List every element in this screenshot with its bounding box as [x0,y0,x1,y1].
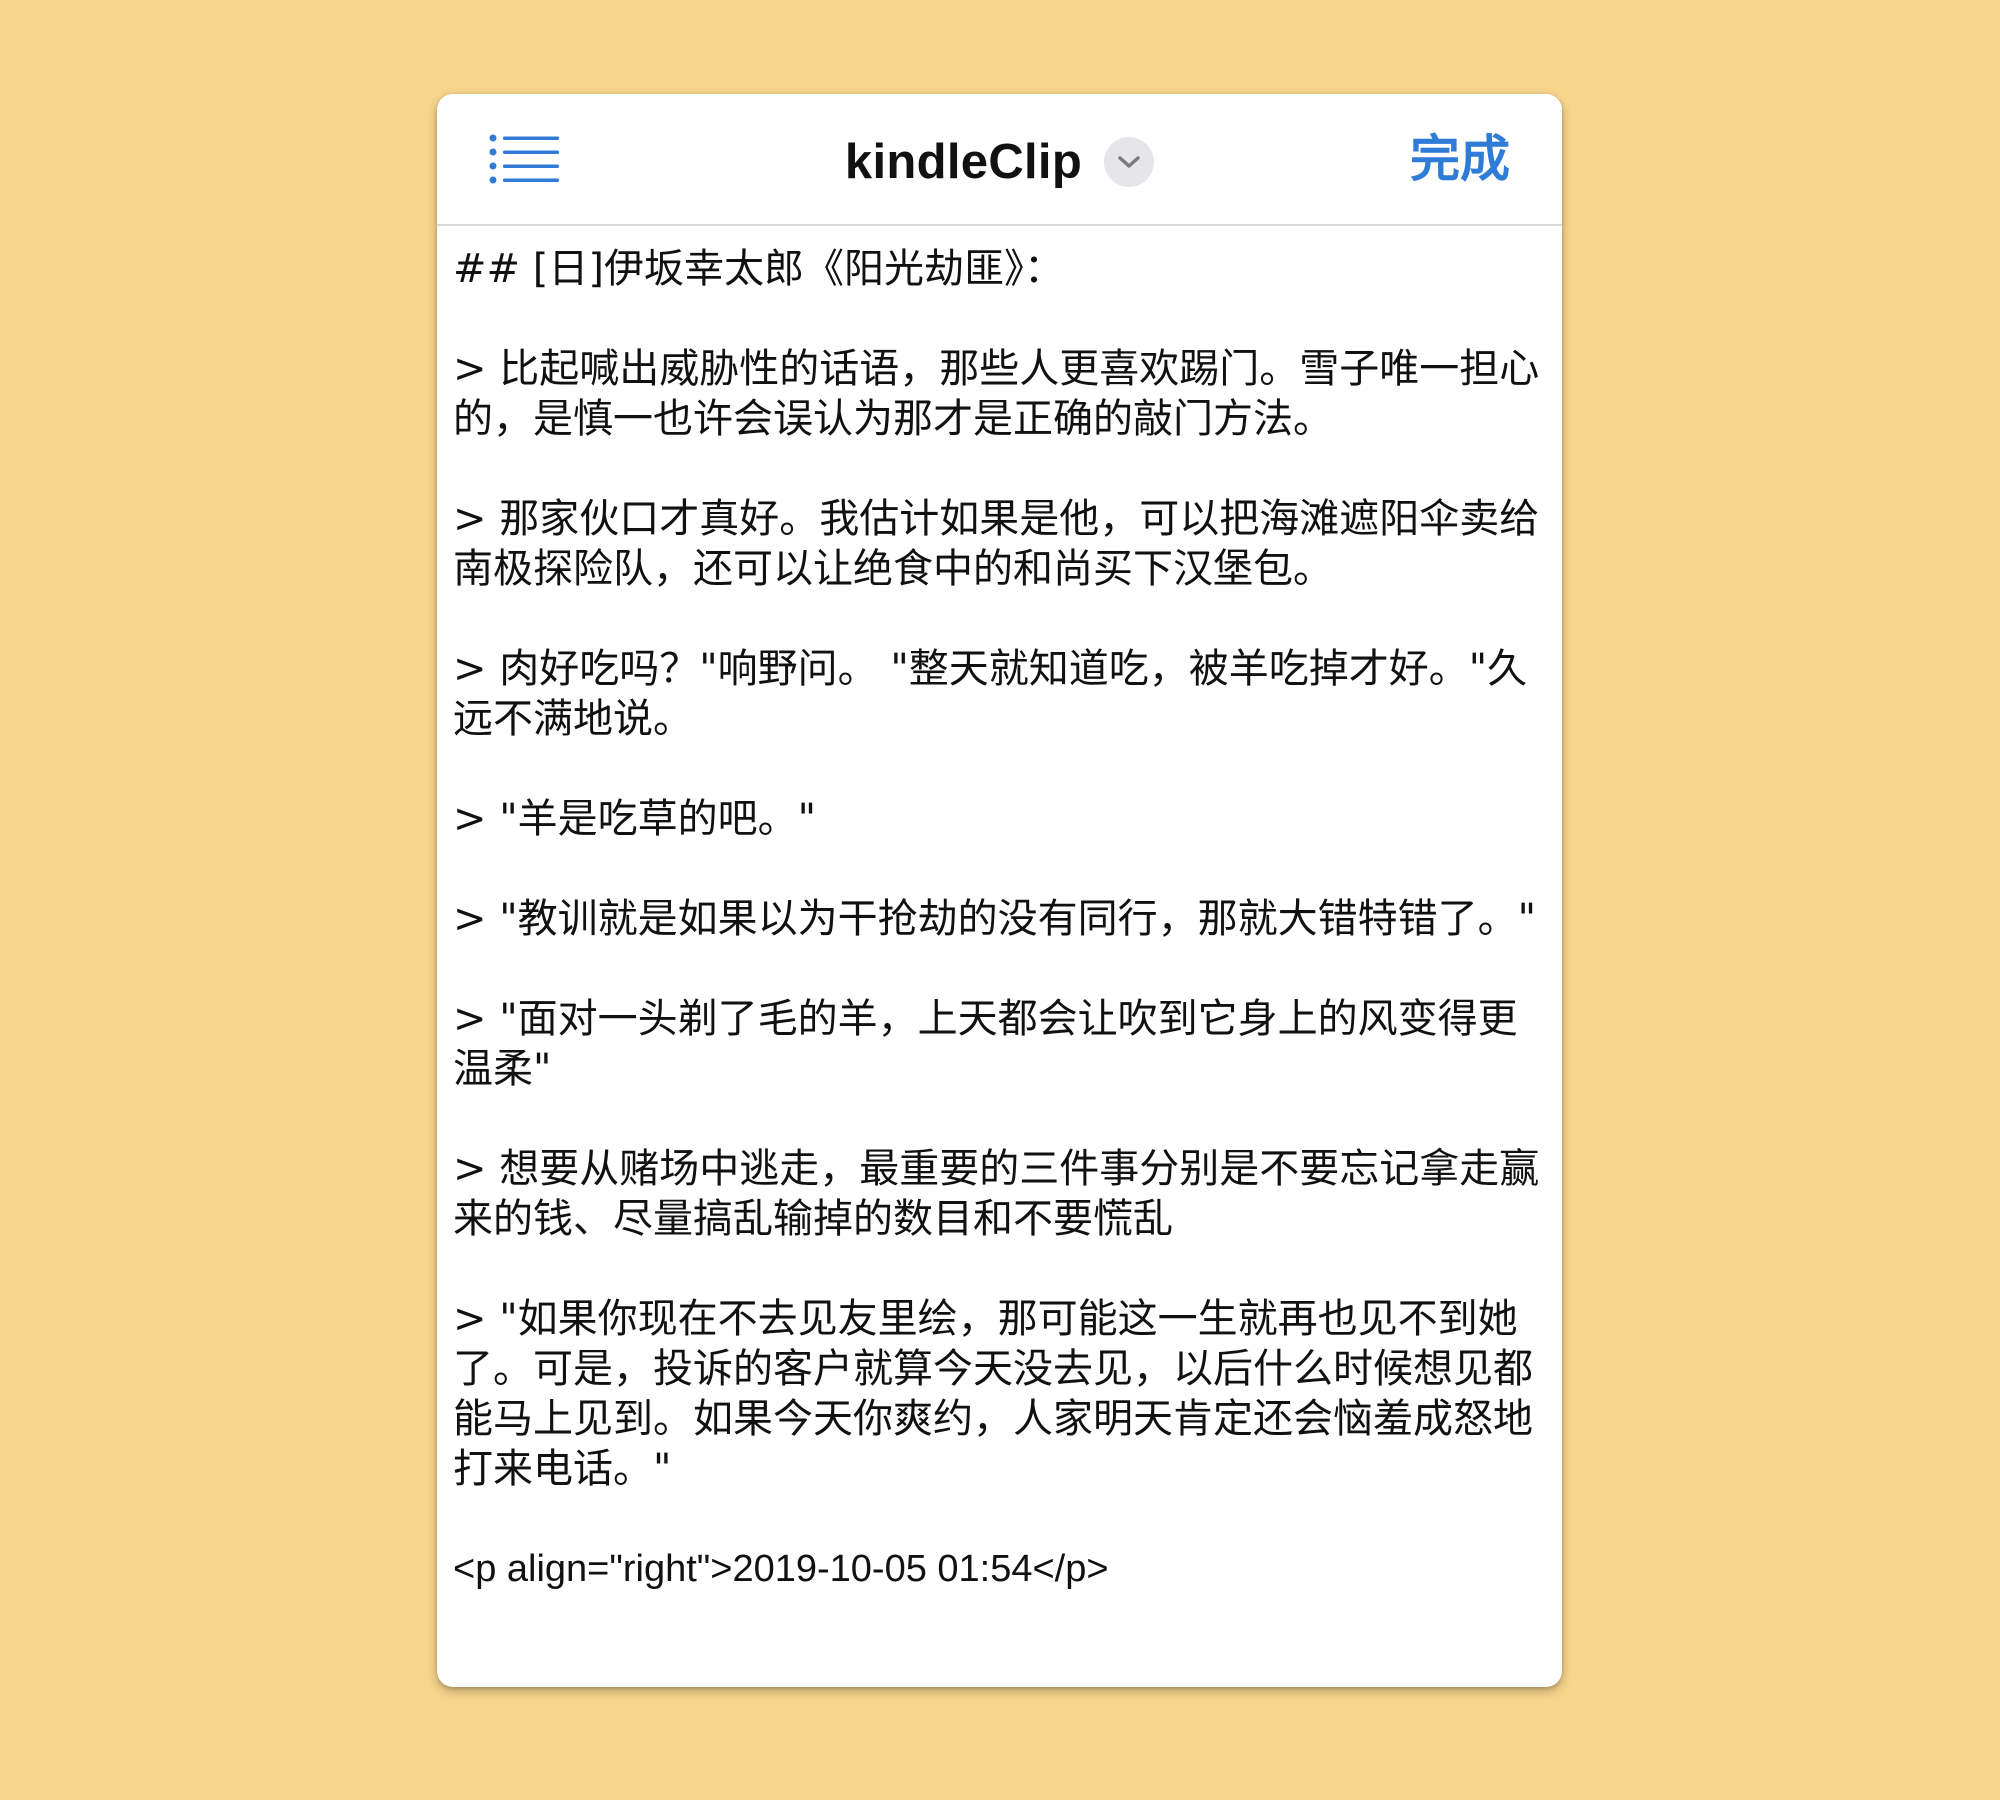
quote-paragraph: > 比起喊出威胁性的话语，那些人更喜欢踢门。雪子唯一担心的，是慎一也许会误认为那… [453,346,1540,442]
quote-paragraph: > "教训就是如果以为干抢劫的没有同行，那就大错特错了。" [453,896,1537,942]
quote-paragraph: > 肉好吃吗？"响野问。 "整天就知道吃，被羊吃掉才好。"久远不满地说。 [453,646,1528,742]
quote-paragraph: > 想要从赌场中逃走，最重要的三件事分别是不要忘记拿走赢来的钱、尽量搞乱输掉的数… [453,1146,1540,1242]
quote-paragraph: > "羊是吃草的吧。" [453,796,817,842]
quote-paragraph: > "如果你现在不去见友里绘，那可能这一生就再也见不到她了。可是，投诉的客户就算… [453,1296,1533,1492]
navigation-bar: kindleClip 完成 [437,94,1562,226]
text-editor[interactable]: ## [日]伊坂幸太郎《阳光劫匪》： > 比起喊出威胁性的话语，那些人更喜欢踢门… [453,244,1548,1674]
title-group: kindleClip [437,132,1562,192]
chevron-down-icon [1118,156,1140,168]
done-button[interactable]: 完成 [1410,128,1510,190]
title-dropdown-button[interactable] [1104,137,1155,187]
quote-paragraph: > "面对一头剃了毛的羊，上天都会让吹到它身上的风变得更温柔" [453,996,1518,1092]
timestamp-line: <p align="right">2019-10-05 01:54</p> [453,1548,1109,1590]
page-title: kindleClip [844,135,1083,189]
heading-line: ## [日]伊坂幸太郎《阳光劫匪》： [453,246,1064,292]
editor-window: kindleClip 完成 ## [日]伊坂幸太郎《阳光劫匪》： > 比起喊出威… [437,94,1562,1687]
quote-paragraph: > 那家伙口才真好。我估计如果是他，可以把海滩遮阳伞卖给南极探险队，还可以让绝食… [453,496,1540,592]
